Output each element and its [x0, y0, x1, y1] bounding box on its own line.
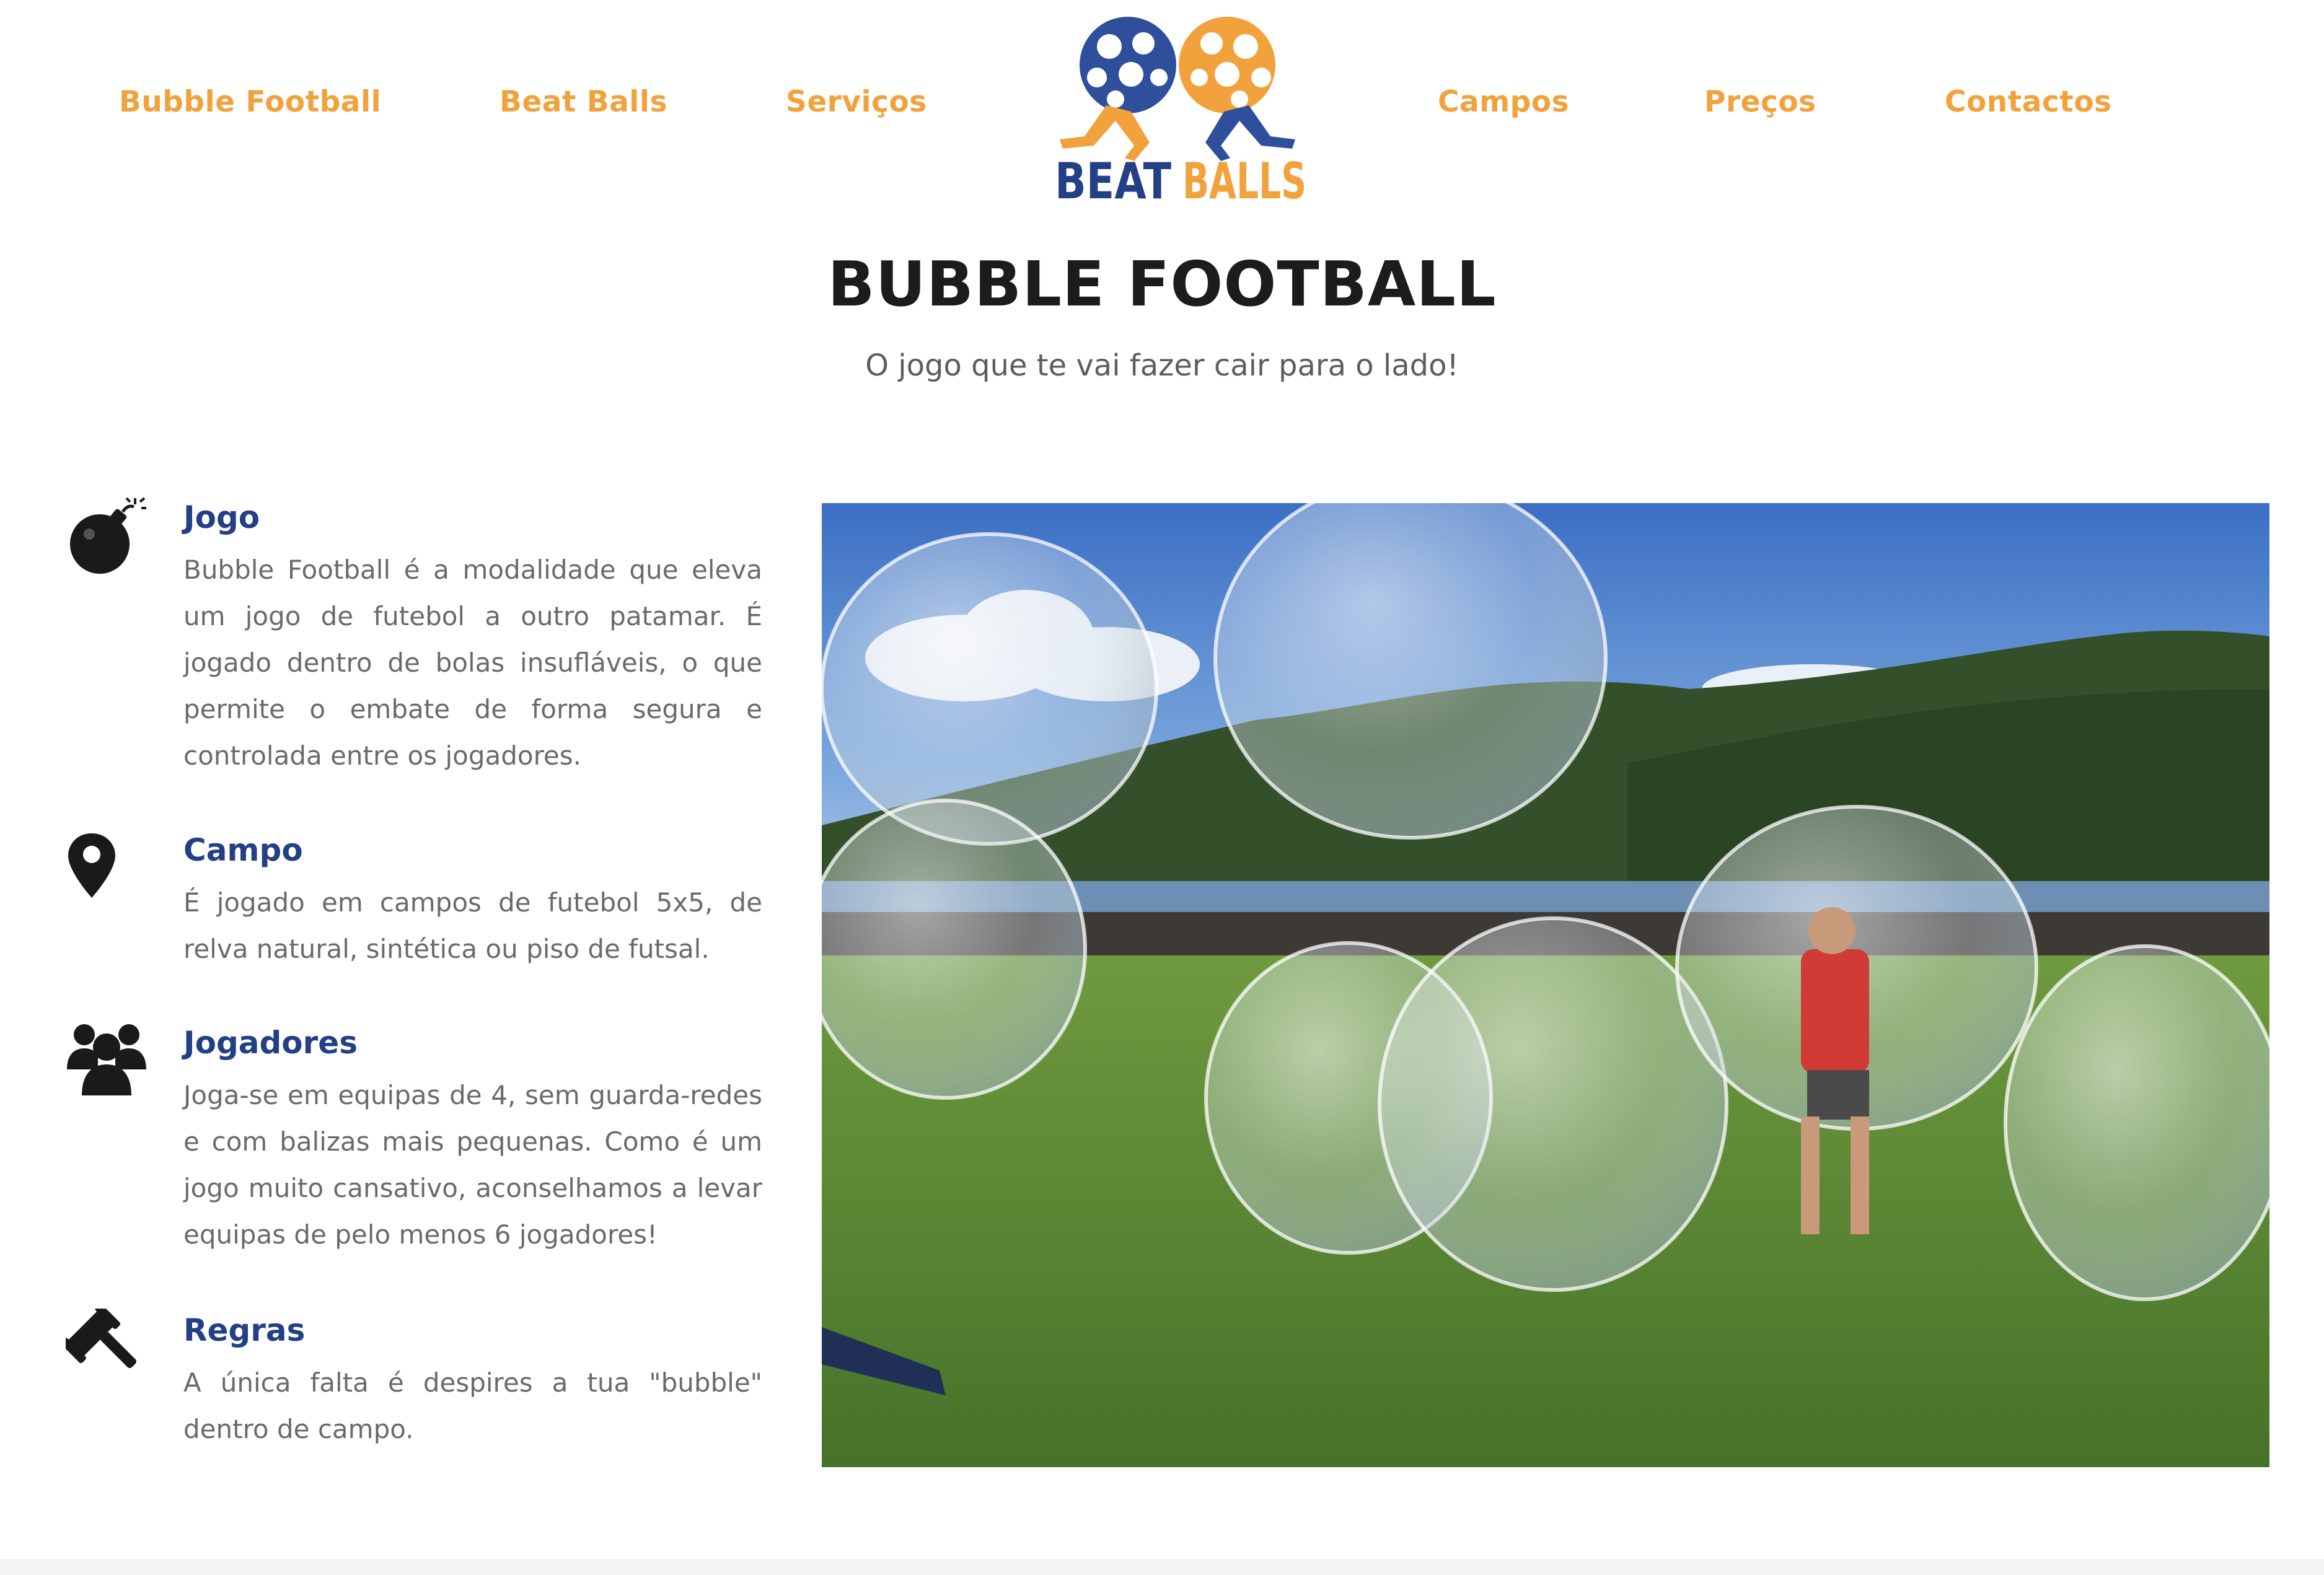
- logo-ball-orange: [1179, 17, 1275, 113]
- nav-link-bubble-football[interactable]: Bubble Football: [119, 81, 381, 124]
- nav-link-beat-balls[interactable]: Beat Balls: [500, 81, 667, 124]
- gavel-icon: [61, 1304, 146, 1389]
- feature-text: É jogado em campos de futebol 5x5, de re…: [183, 887, 762, 964]
- feature-title: Regras: [183, 1312, 306, 1348]
- logo-word-balls: BALLS: [1182, 152, 1306, 204]
- map-marker-icon: [66, 828, 146, 909]
- feature-text: Joga-se em equipas de 4, sem guarda-rede…: [183, 1080, 762, 1250]
- beat-balls-logo[interactable]: BEAT BALLS: [1047, 12, 1314, 210]
- page-title: BUBBLE FOOTBALL: [827, 248, 1497, 320]
- feature-title: Jogo: [183, 499, 260, 535]
- users-icon: [66, 1021, 146, 1102]
- logo-graphic: BEAT BALLS: [1055, 17, 1306, 210]
- feature-text: Bubble Football é a modalidade que eleva…: [183, 555, 762, 771]
- page-subtitle: O jogo que te vai fazer cair para o lado…: [865, 348, 1459, 383]
- logo-ball-blue: [1080, 17, 1176, 113]
- feature-text: A única falta é despires a tua "bubble" …: [183, 1367, 762, 1444]
- footer-strip: [0, 1559, 2324, 1575]
- nav-link-contactos[interactable]: Contactos: [1945, 81, 2112, 124]
- bubble-football-photo: [822, 503, 2269, 1467]
- nav-link-campos[interactable]: Campos: [1438, 81, 1569, 124]
- feature-title: Jogadores: [183, 1025, 358, 1061]
- bomb-icon: [66, 496, 146, 576]
- nav-link-precos[interactable]: Preços: [1704, 81, 1816, 124]
- logo-word-beat: BEAT: [1055, 152, 1171, 204]
- feature-title: Campo: [183, 832, 303, 868]
- nav-link-servicos[interactable]: Serviços: [786, 81, 927, 124]
